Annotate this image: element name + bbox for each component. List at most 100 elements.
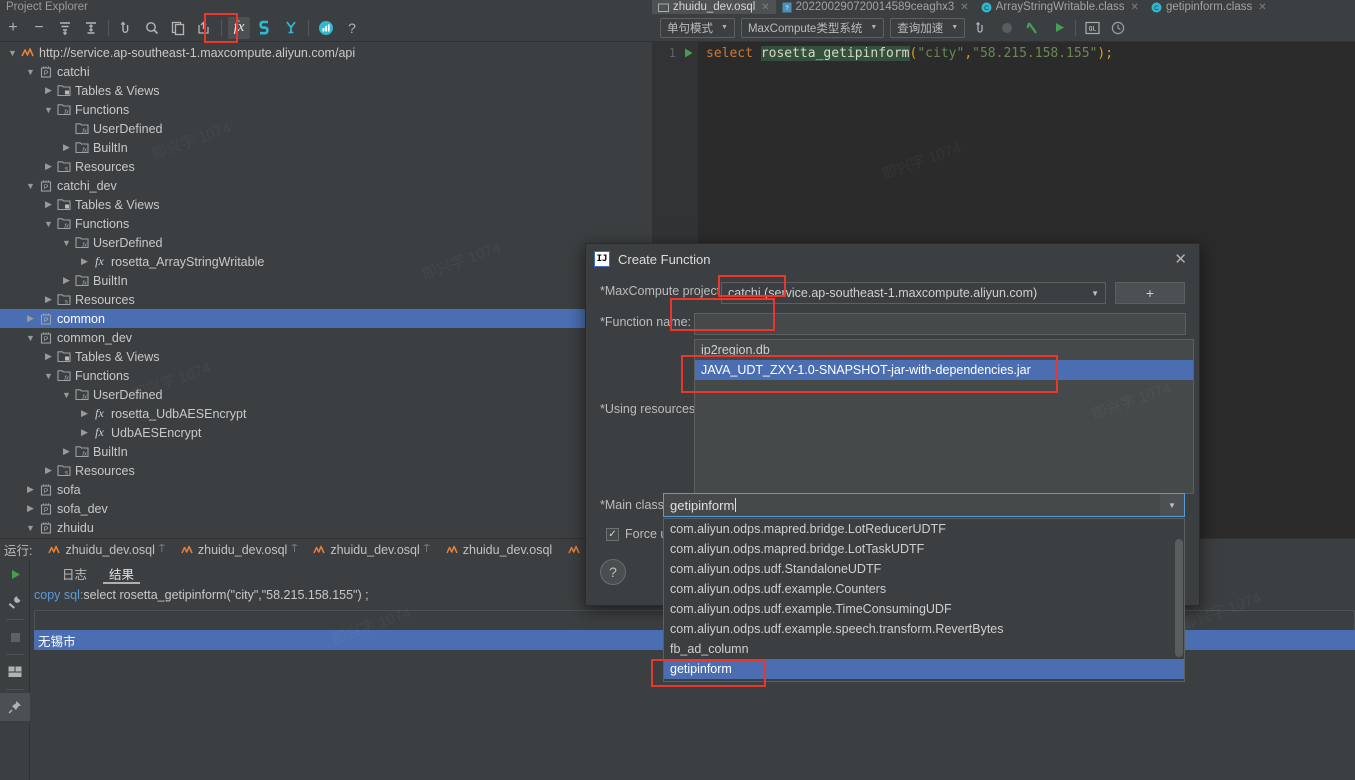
chevron-right-icon[interactable]: ▶: [42, 81, 55, 100]
tab-close-icon[interactable]: ✕: [761, 2, 769, 13]
main-class-option[interactable]: getipinform: [664, 659, 1184, 679]
studio-button[interactable]: [254, 17, 276, 39]
tree-node[interactable]: ▶ Psofa: [0, 480, 652, 499]
editor-tab[interactable]: Cgetipinform.class ✕: [1145, 0, 1273, 14]
chevron-right-icon[interactable]: ▶: [24, 480, 37, 499]
mode-select[interactable]: 单句模式 ▼: [660, 17, 735, 38]
tree-node[interactable]: ▶ Tables & Views: [0, 195, 652, 214]
run-tab[interactable]: zhuidu_dev.osql: [438, 539, 560, 560]
pin-icon[interactable]: [0, 693, 30, 721]
tree-node[interactable]: ▶ fx rosetta_ArrayStringWritable: [0, 252, 652, 271]
tree-node[interactable]: ▶ Psofa_dev: [0, 499, 652, 518]
chevron-right-icon[interactable]: ▶: [78, 252, 91, 271]
tree-node[interactable]: ▼ fx UserDefined: [0, 385, 652, 404]
maxcompute-project-select[interactable]: catchi (service.ap-southeast-1.maxcomput…: [721, 282, 1106, 304]
editor-tab-bar[interactable]: zhuidu_dev.osql ✕? 202200290720014589ceagh…: [652, 0, 1355, 14]
tree-node[interactable]: ▼ fx Functions: [0, 100, 652, 119]
chevron-down-icon[interactable]: ▼: [24, 518, 37, 537]
compile-icon[interactable]: [1023, 18, 1043, 38]
sync-icon[interactable]: [971, 18, 991, 38]
tree-node[interactable]: ▶ fx BuiltIn: [0, 271, 652, 290]
create-function-button[interactable]: fx: [228, 16, 250, 39]
help-button[interactable]: ?: [341, 17, 363, 39]
chevron-right-icon[interactable]: ▶: [60, 138, 73, 157]
help-button[interactable]: ?: [600, 559, 626, 585]
chevron-down-icon[interactable]: ▼: [60, 233, 73, 252]
wrench-icon[interactable]: [0, 588, 30, 616]
tree-node[interactable]: ▼ Pcommon_dev: [0, 328, 652, 347]
tab-close-icon[interactable]: ✕: [960, 2, 968, 13]
tree-node[interactable]: ▼ Pzhuidu: [0, 518, 652, 537]
main-class-option[interactable]: com.aliyun.odps.mapred.bridge.LotTaskUDT…: [664, 539, 1184, 559]
chevron-down-icon[interactable]: ▼: [42, 366, 55, 385]
resource-list-item[interactable]: ip2region.db: [695, 340, 1193, 360]
main-class-option[interactable]: com.aliyun.odps.udf.example.TimeConsumin…: [664, 599, 1184, 619]
chevron-right-icon[interactable]: ▶: [24, 309, 37, 328]
stop-icon[interactable]: [997, 18, 1017, 38]
run-tab[interactable]: zhuidu_dev.osql⍑: [305, 539, 437, 560]
main-class-option[interactable]: com.aliyun.odps.udf.example.Counters: [664, 579, 1184, 599]
chevron-right-icon[interactable]: ▶: [42, 290, 55, 309]
main-class-option[interactable]: fb_ad_column: [664, 639, 1184, 659]
chevron-right-icon[interactable]: ▶: [60, 271, 73, 290]
chevron-right-icon[interactable]: ▶: [24, 499, 37, 518]
run-icon[interactable]: [1049, 18, 1069, 38]
result-sub-tab[interactable]: 日志: [52, 560, 97, 586]
run-tab[interactable]: zhuidu_dev.osql⍑: [173, 539, 305, 560]
tree-node[interactable]: ▼ fx Functions: [0, 366, 652, 385]
run-tab[interactable]: zhuidu_dev.osql⍑: [40, 539, 172, 560]
chevron-right-icon[interactable]: ▶: [42, 157, 55, 176]
chevron-down-icon[interactable]: ▼: [24, 62, 37, 81]
chart-button[interactable]: [315, 17, 337, 39]
editor-tab[interactable]: zhuidu_dev.osql ✕: [652, 0, 776, 14]
copy-sql-link[interactable]: copy sql:: [34, 588, 83, 602]
tree-node[interactable]: fx UserDefined: [0, 119, 652, 138]
add-project-button[interactable]: +: [1115, 282, 1185, 304]
tree-node[interactable]: ▶ s Resources: [0, 461, 652, 480]
tree-node[interactable]: ▼ http://service.ap-southeast-1.maxcomput…: [0, 43, 652, 62]
chevron-down-icon[interactable]: ▼: [42, 214, 55, 233]
copy-button[interactable]: [167, 17, 189, 39]
tree-node[interactable]: ▶ Tables & Views: [0, 81, 652, 100]
chevron-right-icon[interactable]: ▶: [42, 195, 55, 214]
pin-icon[interactable]: ⍑: [291, 544, 297, 555]
editor-tab[interactable]: ? 202200290720014589ceaghx3 ✕: [776, 0, 975, 14]
tree-node[interactable]: ▼ Pcatchi_dev: [0, 176, 652, 195]
pin-icon[interactable]: ⍑: [424, 544, 430, 555]
main-class-combo[interactable]: getipinform ▼: [663, 493, 1185, 517]
using-resources-list[interactable]: ip2region.db JAVA_UDT_ZXY-1.0-SNAPSHOT-ja…: [694, 339, 1194, 494]
project-tree[interactable]: ▼ http://service.ap-southeast-1.maxcomput…: [0, 43, 652, 538]
query-accel-select[interactable]: 查询加速 ▼: [890, 17, 966, 38]
main-class-dropdown[interactable]: com.aliyun.odps.mapred.bridge.LotReducer…: [663, 518, 1185, 682]
gutter-run-icon[interactable]: [683, 47, 694, 59]
expand-all-button[interactable]: [54, 17, 76, 39]
filter-button[interactable]: [280, 17, 302, 39]
tree-node[interactable]: ▶ fx BuiltIn: [0, 138, 652, 157]
chevron-down-icon[interactable]: ▼: [24, 328, 37, 347]
force-update-row[interactable]: ✓ Force u: [606, 527, 667, 541]
stop-icon[interactable]: [0, 623, 30, 651]
function-name-input[interactable]: [694, 313, 1186, 335]
tree-node[interactable]: ▼ fx Functions: [0, 214, 652, 233]
pin-icon[interactable]: ⍑: [159, 544, 165, 555]
tree-node[interactable]: ▶ fx UdbAESEncrypt: [0, 423, 652, 442]
rerun-icon[interactable]: [0, 560, 30, 588]
main-class-option[interactable]: com.aliyun.odps.mapred.bridge.LotReducer…: [664, 519, 1184, 539]
tree-node[interactable]: ▶ fx BuiltIn: [0, 442, 652, 461]
upload-button[interactable]: [193, 17, 215, 39]
main-class-option[interactable]: com.aliyun.odps.udf.example.speech.trans…: [664, 619, 1184, 639]
force-update-checkbox[interactable]: ✓: [606, 527, 619, 541]
chevron-right-icon[interactable]: ▶: [78, 404, 91, 423]
chevron-down-icon[interactable]: ▼: [6, 43, 19, 62]
tree-node[interactable]: ▶ Tables & Views: [0, 347, 652, 366]
tree-node[interactable]: ▼ Pcatchi: [0, 62, 652, 81]
chevron-right-icon[interactable]: ▶: [78, 423, 91, 442]
result-sub-tab[interactable]: 结果: [99, 560, 144, 586]
tab-close-icon[interactable]: ✕: [1131, 2, 1139, 13]
ql-icon[interactable]: QL: [1082, 18, 1102, 38]
chevron-down-icon[interactable]: ▼: [24, 176, 37, 195]
collapse-all-button[interactable]: [80, 17, 102, 39]
main-class-option[interactable]: com.aliyun.odps.udf.StandaloneUDTF: [664, 559, 1184, 579]
chevron-down-icon[interactable]: ▼: [1160, 494, 1184, 516]
history-icon[interactable]: [1108, 18, 1128, 38]
